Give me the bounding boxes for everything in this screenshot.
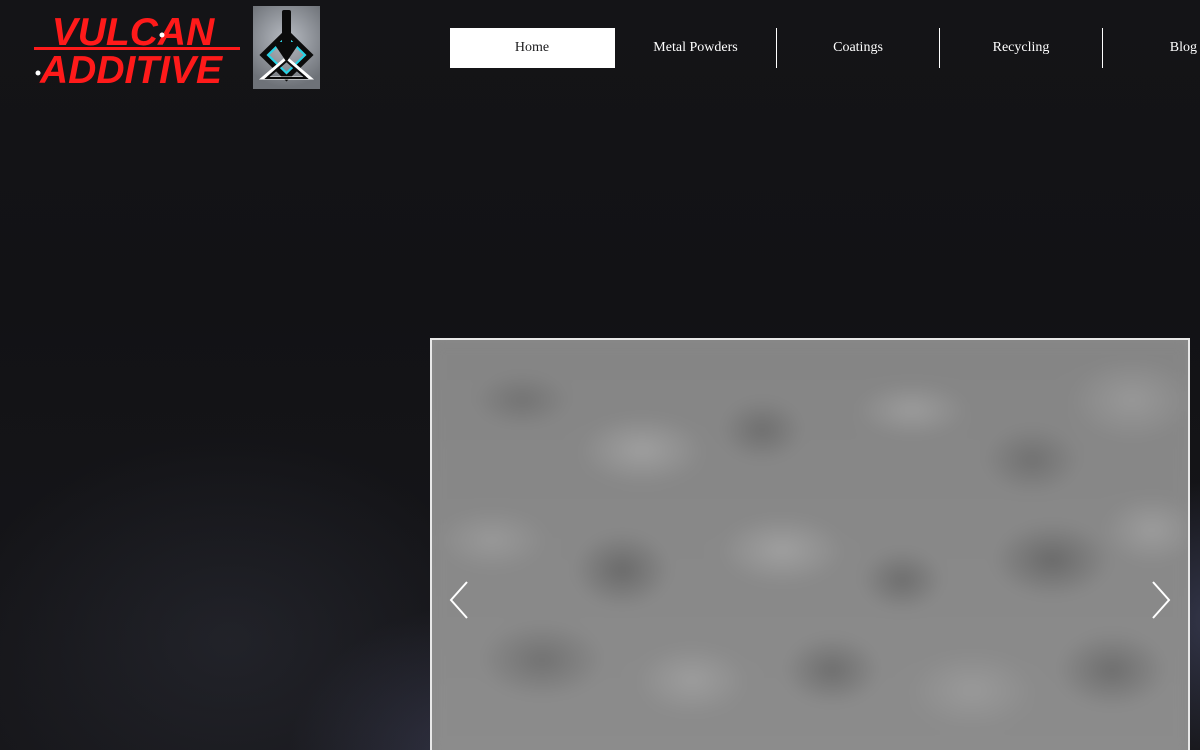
hero-slideshow <box>430 338 1190 750</box>
nav-item-metal-powders[interactable]: Metal Powders <box>614 28 776 68</box>
nav-item-home[interactable]: Home <box>450 28 614 68</box>
slide-image <box>432 340 1188 750</box>
nav-item-recycling[interactable]: Recycling <box>939 28 1102 68</box>
chevron-right-icon <box>1152 581 1171 619</box>
logo-emblem[interactable] <box>253 6 320 89</box>
main-nav: Home Metal Powders Coatings Recycling Bl… <box>450 28 1200 68</box>
nav-item-blog[interactable]: Blog <box>1102 28 1200 68</box>
nav-item-coatings[interactable]: Coatings <box>776 28 939 68</box>
logo-wordmark[interactable]: VULCAN ADDITIVE <box>22 12 244 86</box>
logo-line-2: ADDITIVE <box>39 49 223 86</box>
chevron-left-icon <box>449 581 468 619</box>
slideshow-prev-button[interactable] <box>444 578 474 622</box>
slideshow-next-button[interactable] <box>1146 578 1176 622</box>
